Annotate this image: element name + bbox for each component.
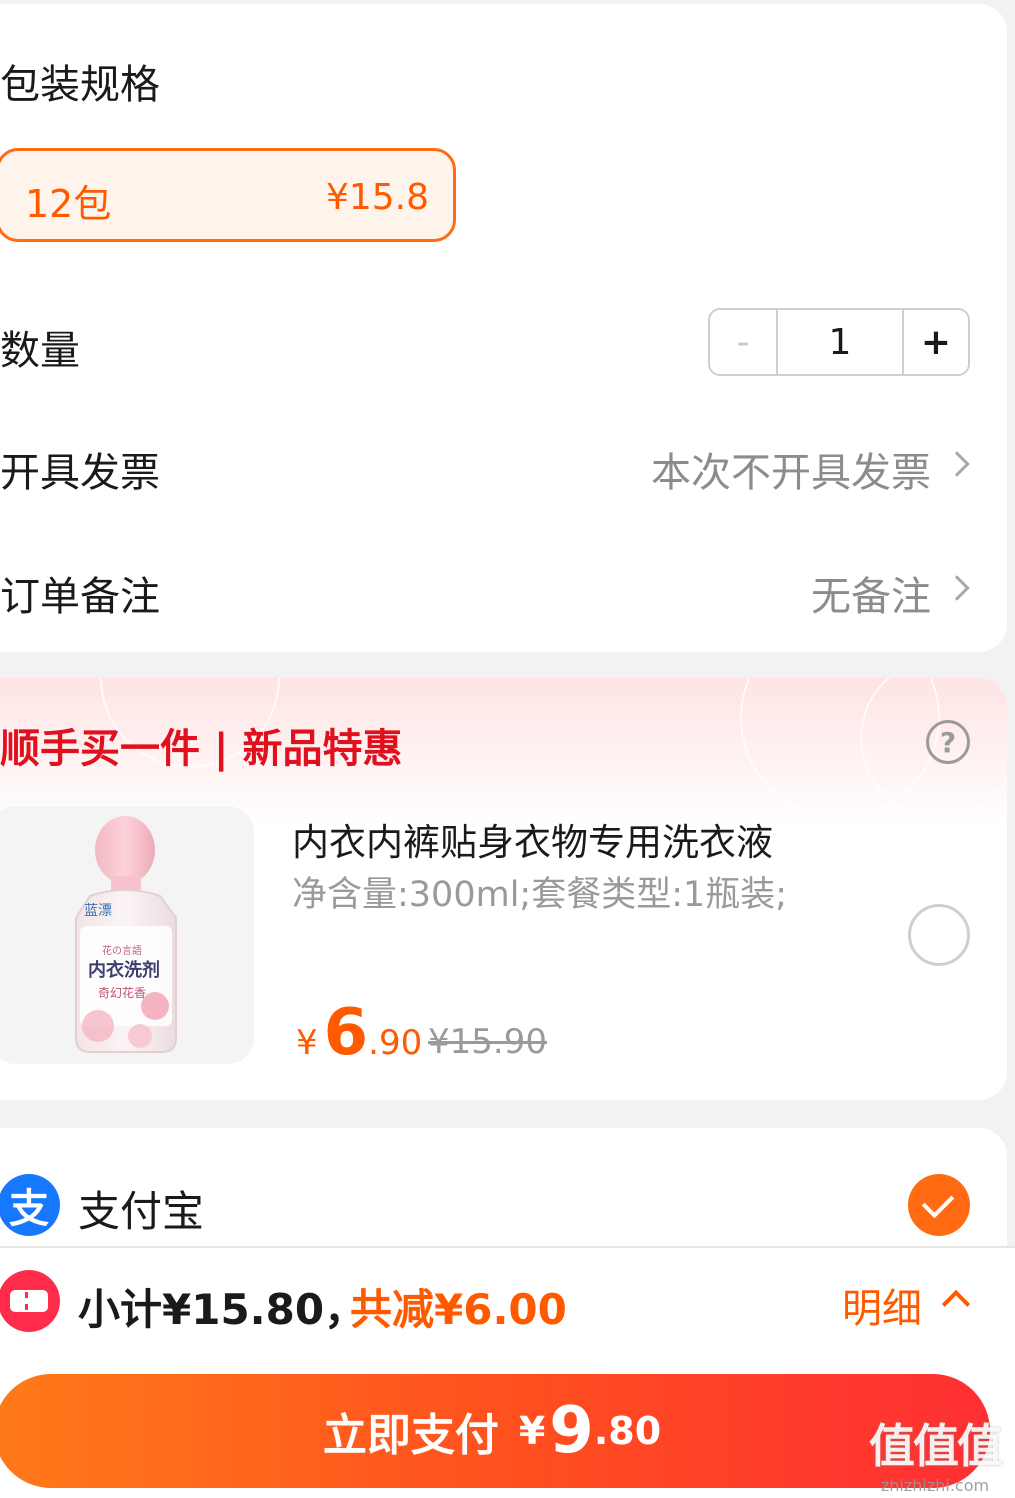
product-image[interactable]: 蓝漂 花の言語 内衣洗剂 奇幻花香 [0,806,254,1064]
quantity-decrement-button[interactable]: - [710,310,778,374]
spec-option-chip[interactable]: 12包 ¥15.8 [0,148,456,242]
spec-option-name: 12包 [25,182,112,226]
spec-option-price: ¥15.8 [325,177,429,218]
remark-value[interactable]: 无备注 [811,564,931,622]
watermark-url: zhizhizhi.com [880,1476,990,1495]
help-question-icon[interactable]: ? [926,720,970,764]
bottle-brand: 蓝漂 [84,903,112,919]
product-original-price: ¥15.90 [428,1022,547,1062]
payment-method-label[interactable]: 支付宝 [78,1178,204,1239]
discount-text: 共减¥6.00 [350,1285,567,1334]
subtotal-text: 小计¥15.80， [78,1285,367,1334]
pay-button-currency: ¥ [518,1409,546,1453]
quantity-increment-button[interactable]: + [904,310,968,374]
invoice-label: 开具发票 [0,450,160,496]
bottle-scent: 奇幻花香 [98,986,147,1000]
price-decimal: .90 [368,1023,423,1063]
product-select-radio[interactable] [908,904,970,966]
product-name[interactable]: 内衣内裤贴身衣物专用洗衣液 [292,812,773,866]
details-toggle[interactable]: 明细 [842,1276,922,1334]
invoice-value[interactable]: 本次不开具发票 [651,440,931,498]
price-integer: 6 [323,996,369,1070]
pay-now-button[interactable]: 立即支付 ¥ 9 .80 [0,1374,990,1488]
price-currency: ¥ [296,1023,318,1063]
coupon-ticket-icon [0,1270,60,1332]
pay-button-amount-decimal: .80 [593,1409,662,1453]
upsell-title: 顺手买一件 | 新品特惠 [0,726,403,772]
watermark-logo-text: 值值值 [869,1419,1003,1473]
watermark: 值值值 zhizhizhi.com [860,1410,1010,1495]
pay-button-amount-integer: 9 [549,1394,594,1468]
alipay-icon: 支 [0,1174,60,1236]
quantity-label: 数量 [0,328,80,374]
bottle-title: 内衣洗剂 [88,960,160,981]
spec-label: 包装规格 [0,62,160,108]
product-price: ¥ 6 .90 [296,996,422,1070]
remark-label: 订单备注 [0,574,160,620]
bottle-subtitle: 花の言語 [102,946,142,957]
pay-button-label: 立即支付 [322,1410,499,1461]
quantity-stepper: - 1 + [708,308,970,376]
payment-selected-check-icon[interactable] [908,1174,970,1236]
detergent-bottle-icon [75,816,177,1053]
product-spec: 净含量:300ml;套餐类型:1瓶装; [292,875,788,915]
quantity-value[interactable]: 1 [778,310,904,374]
